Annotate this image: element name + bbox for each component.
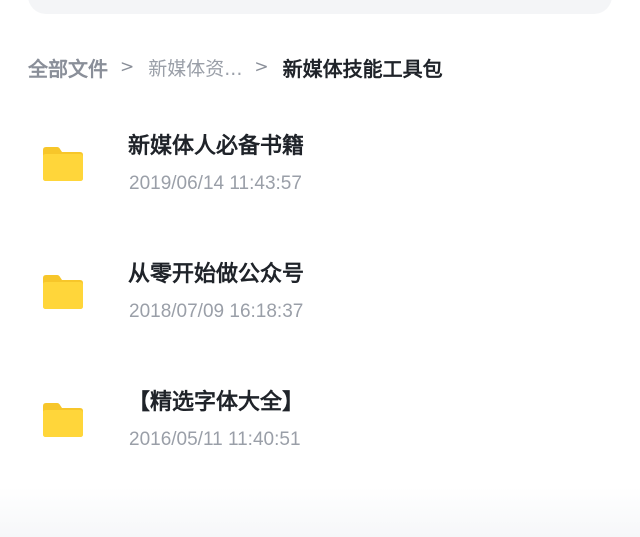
folder-row[interactable]: 从零开始做公众号 2018/07/09 16:18:37 [0,230,640,358]
folder-icon [43,275,83,309]
breadcrumb-separator: > [120,57,135,77]
breadcrumb: 全部文件 > 新媒体资... > 新媒体技能工具包 [28,50,443,84]
breadcrumb-current: 新媒体技能工具包 [282,56,443,81]
breadcrumb-parent[interactable]: 新媒体资... [148,54,242,81]
folder-name: 从零开始做公众号 [128,262,305,287]
search-bar[interactable] [28,0,612,14]
folder-icon [43,147,83,181]
folder-row[interactable]: 【精选字体大全】 2016/05/11 11:40:51 [0,358,640,486]
file-browser-page: 全部文件 > 新媒体资... > 新媒体技能工具包 新媒体人必备书籍 2019/… [0,0,640,537]
folder-name: 新媒体人必备书籍 [128,134,305,159]
folder-modified-time: 2019/06/14 11:43:57 [129,173,302,194]
folder-icon [43,403,83,437]
breadcrumb-separator: > [254,57,269,77]
bottom-fade [0,487,640,537]
folder-modified-time: 2018/07/09 16:18:37 [129,301,304,322]
folder-name: 【精选字体大全】 [128,390,305,415]
folder-row[interactable]: 新媒体人必备书籍 2019/06/14 11:43:57 [0,102,640,230]
file-list: 新媒体人必备书籍 2019/06/14 11:43:57 从零开始做公众号 20… [0,102,640,486]
folder-modified-time: 2016/05/11 11:40:51 [129,429,301,450]
breadcrumb-root[interactable]: 全部文件 [28,53,108,82]
